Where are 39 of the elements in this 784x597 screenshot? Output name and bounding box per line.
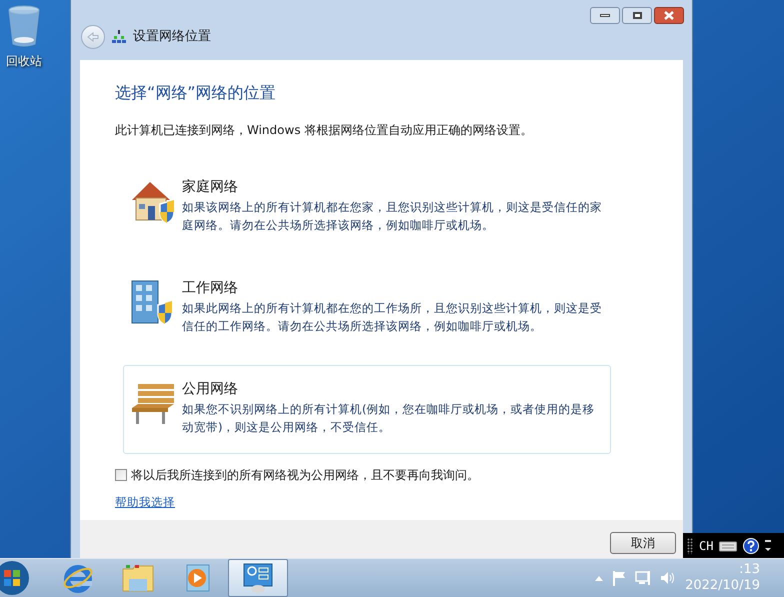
start-orb-icon[interactable] [0,560,30,596]
minimize-button[interactable] [590,7,620,24]
keyboard-icon[interactable] [719,540,738,552]
option-description: 如果该网络上的所有计算机都在您家，且您识别这些计算机，则这是受信任的家庭网络。请勿在公共场所选择该网络，例如咖啡厅或机场。 [182,199,602,234]
cancel-button[interactable]: 取消 [610,532,676,554]
network-icon [111,30,127,44]
show-hidden-icons-icon[interactable] [595,576,604,580]
help-link[interactable]: 帮助我选择 [115,494,175,512]
flag-icon[interactable] [612,570,626,586]
network-option[interactable]: 家庭网络 如果该网络上的所有计算机都在您家，且您识别这些计算机，则这是受信任的家庭网络。请勿在公共场所选择该网络，例如咖啡厅或机场。 [123,163,611,252]
checkbox-label[interactable]: 将以后我所连接到的所有网络视为公用网络，且不要再向我询问。 [131,466,479,484]
taskbar-button[interactable] [228,559,288,597]
speaker-icon[interactable] [660,570,676,586]
desktop-icon-label[interactable]: 回收站 [6,52,42,70]
help-icon[interactable] [743,538,760,554]
option-description: 如果您不识别网络上的所有计算机(例如，您在咖啡厅或机场，或者使用的是移动宽带)，则这是公用网络，不受信任。 [182,401,596,436]
folder-icon[interactable] [121,563,155,593]
close-button[interactable] [654,7,684,24]
option-description: 如果此网络上的所有计算机都在您的工作场所，且您识别这些计算机，则这是受信任的工作网络。请勿在公共场所选择该网络，例如咖啡厅或机场。 [182,300,602,335]
network-option[interactable]: 公用网络 如果您不识别网络上的所有计算机(例如，您在咖啡厅或机场，或者使用的是移动宽带)，则这是公用网络，不受信任。 [123,365,611,454]
page-heading: 选择“网络”网络的位置 [115,82,277,104]
language-indicator[interactable]: CH [699,536,714,554]
option-title: 公用网络 [182,380,239,398]
grip-handle-icon[interactable] [687,538,693,554]
control-panel-icon[interactable] [242,562,274,594]
maximize-button[interactable] [622,7,652,24]
recycle-bin-icon[interactable] [7,4,41,48]
browser-e-icon[interactable] [62,563,94,593]
back-arrow-icon [87,32,99,42]
back-button[interactable] [81,25,105,49]
options-caret-icon[interactable] [765,538,772,552]
checkbox[interactable] [115,469,127,481]
option-title: 工作网络 [182,279,239,297]
intro-text: 此计算机已连接到网络，Windows 将根据网络位置自动应用正确的网络设置。 [115,122,534,139]
close-icon [664,11,674,20]
network-option[interactable]: 工作网络 如果此网络上的所有计算机都在您的工作场所，且您识别这些计算机，则这是受信任的工作网络。请勿在公共场所选择该网络，例如咖啡厅或机场。 [123,264,611,353]
monitor-icon[interactable] [635,570,652,586]
option-title: 家庭网络 [182,178,239,196]
window-title: 设置网络位置 [133,28,211,46]
